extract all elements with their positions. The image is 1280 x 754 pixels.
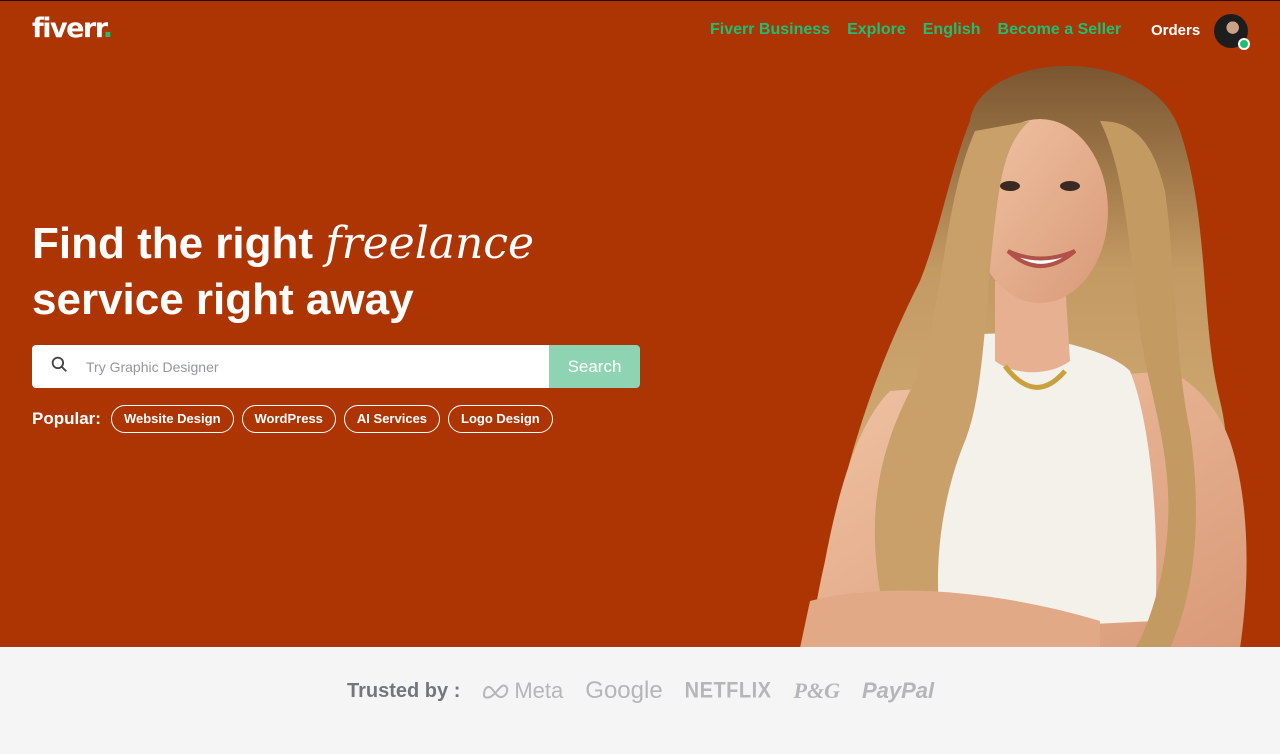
search-field — [32, 345, 549, 388]
popular-label: Popular: — [32, 409, 101, 428]
headline-text-start: Find the right — [32, 219, 326, 268]
nav-become-seller[interactable]: Become a Seller — [998, 21, 1122, 39]
google-logo: Google — [585, 677, 663, 704]
trusted-by-label: Trusted by : — [347, 679, 461, 702]
search-icon — [50, 355, 68, 378]
search-button[interactable]: Search — [549, 345, 640, 388]
headline-emphasis: freelance — [325, 218, 535, 269]
top-nav: Fiverr Business Explore English Become a… — [710, 21, 1121, 39]
hero-person-image — [800, 66, 1247, 647]
paypal-logo: PayPal — [861, 678, 935, 703]
meta-logo: Meta — [482, 678, 563, 704]
hero-section: fiverr. Fiverr Business Explore English … — [0, 0, 1280, 647]
meta-infinity-icon — [483, 684, 509, 699]
search-bar: Search — [32, 345, 640, 388]
popular-tag-logo-design[interactable]: Logo Design — [448, 405, 553, 433]
hero-headline: Find the right freelance service right a… — [32, 216, 672, 328]
popular-tag-wordpress[interactable]: WordPress — [241, 405, 336, 433]
user-avatar[interactable] — [1214, 14, 1250, 50]
search-input[interactable] — [86, 345, 549, 388]
fiverr-logo[interactable]: fiverr. — [32, 13, 113, 44]
popular-tags: Popular: Website Design WordPress AI Ser… — [32, 405, 553, 433]
orders-link[interactable]: Orders — [1151, 22, 1200, 39]
popular-tag-website-design[interactable]: Website Design — [110, 405, 234, 433]
nav-explore[interactable]: Explore — [847, 21, 906, 39]
nav-fiverr-business[interactable]: Fiverr Business — [710, 21, 830, 39]
online-status-dot — [1238, 38, 1250, 50]
netflix-logo: NETFLIX — [684, 678, 772, 703]
headline-text-end: service right away — [32, 275, 414, 324]
popular-tag-ai-services[interactable]: AI Services — [343, 405, 441, 433]
trusted-by-section: Trusted by : Meta Google NETFLIX P&G Pay… — [0, 647, 1280, 754]
nav-language[interactable]: English — [923, 21, 981, 39]
pg-logo: P&G — [793, 678, 840, 703]
